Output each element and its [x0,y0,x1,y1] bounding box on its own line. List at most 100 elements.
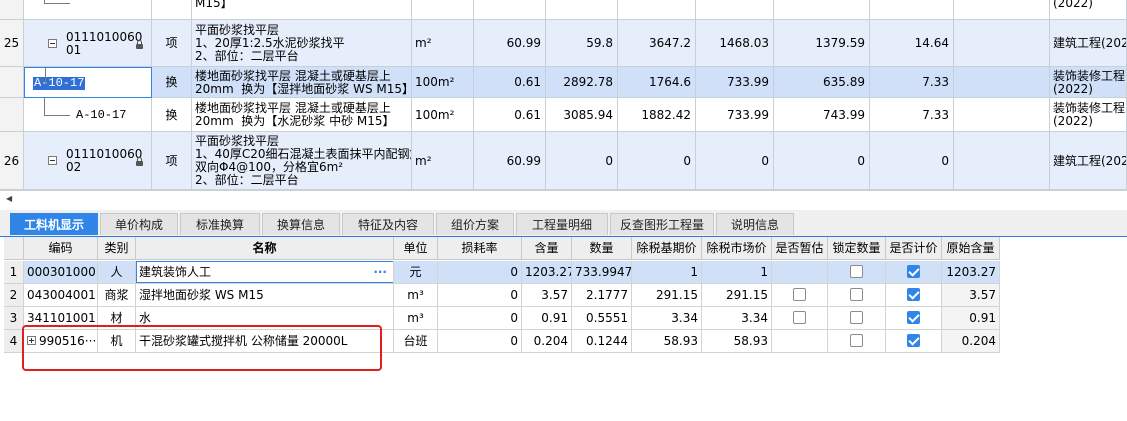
cell-code: 0111010060 01 [24,20,152,67]
cell-base-price[interactable]: 3.34 [632,307,702,330]
cell-name[interactable]: 湿拌地面砂浆 WS M15 [136,284,394,307]
cell-content[interactable]: 3.57 [522,284,572,307]
cell-code[interactable]: 000301000 [24,261,98,284]
cell-original-content[interactable]: 3.57 [942,284,1000,307]
panel-splitter[interactable]: ◀ [0,190,1127,211]
cell-market-price[interactable]: 291.15 [702,284,772,307]
cell-quantity[interactable]: 0.5551 [572,307,632,330]
collapse-icon[interactable] [48,39,57,48]
cell-lock-qty [828,330,886,353]
column-header[interactable]: 除税市场价 [702,237,772,260]
column-header[interactable]: 数量 [572,237,632,260]
cell-text: 装饰装修工程 (2022) [1053,69,1126,96]
cell-text: 1 [760,265,768,279]
tab-5[interactable]: 组价方案 [436,213,514,235]
cell-loss-rate[interactable]: 0 [438,284,522,307]
cell-type [152,0,192,20]
cell-text: 3647.2 [649,36,691,50]
cell-priced [886,284,942,307]
cell-idx[interactable]: 2 [4,284,24,307]
cell-text: 建筑工程(2022 [1053,36,1126,50]
column-header[interactable]: 损耗率 [438,237,522,260]
tab-2[interactable]: 标准换算 [180,213,260,235]
cell-code: A-10-17 [24,98,152,132]
cell-specialty: 装饰装修工程 (2022) [1050,98,1127,132]
cell-market-price[interactable]: 1 [702,261,772,284]
cell-text: 换 [165,75,178,89]
resource-row[interactable]: 2 043004001 商浆 湿拌地面砂浆 WS M15 m³ 0 3.57 2.1777 29… [0,284,1000,307]
cell-unit: m² [412,132,474,190]
cell-priced [886,330,942,353]
checkbox[interactable] [907,288,920,301]
bill-item-row[interactable]: 25 0111010060 01 项 平面砂浆找平层 1、20厚1:2.5水泥砂浆找平… [0,20,1127,67]
quota-row[interactable]: A-10-17 换 楼地面砂浆找平层 混凝土或硬基层上 20mm 换为【湿拌地面砂浆… [0,67,1127,98]
tab-4[interactable]: 特征及内容 [342,213,434,235]
cell-text: 3.34 [741,311,768,325]
column-header[interactable]: 编码 [24,237,98,260]
cell-original-content[interactable]: 0.204 [942,330,1000,353]
cell-content[interactable]: 1203.27 [522,261,572,284]
column-header[interactable]: 原始含量 [942,237,1000,260]
column-header[interactable]: 单位 [394,237,438,260]
cell-base-price[interactable]: 58.93 [632,330,702,353]
collapse-icon[interactable] [48,156,57,165]
checkbox[interactable] [850,311,863,324]
cell-category[interactable]: 商浆 [98,284,136,307]
cell-text: 0.61 [514,108,541,122]
cell-loss-rate[interactable]: 0 [438,330,522,353]
cell-loss-rate[interactable]: 0 [438,261,522,284]
cell-content[interactable]: 0.204 [522,330,572,353]
tab-8[interactable]: 说明信息 [716,213,794,235]
cell-base-price[interactable]: 291.15 [632,284,702,307]
checkbox[interactable] [850,288,863,301]
cell-code[interactable]: 043004001 [24,284,98,307]
cell-material: 0 [774,132,870,190]
column-header[interactable]: 名称 [136,237,394,260]
cell-quantity[interactable]: 0.1244 [572,330,632,353]
cell-loss-rate[interactable]: 0 [438,307,522,330]
column-header[interactable]: 含量 [522,237,572,260]
cell-unit[interactable]: 台班 [394,330,438,353]
cell-idx[interactable]: 4 [4,330,24,353]
column-header[interactable]: 是否暂估 [772,237,828,260]
resource-row[interactable]: 1 000301000 人建筑装饰人工 ··· 元 0 1203.27 733.9947 1 1 1… [0,261,1000,284]
cell-name[interactable]: 建筑装饰人工 ··· [136,261,394,284]
checkbox[interactable] [850,265,863,278]
cell-market-price[interactable]: 3.34 [702,307,772,330]
tab-3[interactable]: 换算信息 [262,213,340,235]
cell-original-content[interactable]: 0.91 [942,307,1000,330]
checkbox[interactable] [793,311,806,324]
cell-idx[interactable]: 1 [4,261,24,284]
cell-quantity[interactable]: 2.1777 [572,284,632,307]
quota-row[interactable]: A-10-17 换 楼地面砂浆找平层 混凝土或硬基层上 20mm 换为【水泥砂浆 中… [0,98,1127,132]
checkbox[interactable] [793,288,806,301]
checkbox[interactable] [907,265,920,278]
cell-text: 建筑工程(2022 [1053,154,1126,168]
checkbox[interactable] [850,334,863,347]
column-header[interactable]: 除税基期价 [632,237,702,260]
cell-unit[interactable]: 元 [394,261,438,284]
cell-text: 291.15 [726,288,768,302]
collapse-arrow-icon[interactable]: ◀ [6,194,12,203]
checkbox[interactable] [907,311,920,324]
cell-idx[interactable]: 3 [4,307,24,330]
column-header[interactable]: 是否计价 [886,237,942,260]
column-header[interactable]: 锁定数量 [828,237,886,260]
quota-row[interactable]: M15】 (2022) [0,0,1127,20]
cell-base-price[interactable]: 1 [632,261,702,284]
cell-content[interactable]: 0.91 [522,307,572,330]
tab-7[interactable]: 反查图形工程量 [610,213,714,235]
cell-original-content[interactable]: 1203.27 [942,261,1000,284]
tab-6[interactable]: 工程量明细 [516,213,608,235]
cell-unit[interactable]: m³ [394,307,438,330]
cell-category[interactable]: 人 [98,261,136,284]
tab-1[interactable]: 单价构成 [100,213,178,235]
column-header[interactable]: 类别 [98,237,136,260]
bill-item-row[interactable]: 26 0111010060 02 项 平面砂浆找平层 1、40厚C20细石混凝土表面抹… [0,132,1127,190]
tab-0[interactable]: 工料机显示 [10,213,98,235]
more-options-icon[interactable]: ··· [373,261,387,283]
cell-unit[interactable]: m³ [394,284,438,307]
cell-market-price[interactable]: 58.93 [702,330,772,353]
cell-quantity[interactable]: 733.9947 [572,261,632,284]
checkbox[interactable] [907,334,920,347]
